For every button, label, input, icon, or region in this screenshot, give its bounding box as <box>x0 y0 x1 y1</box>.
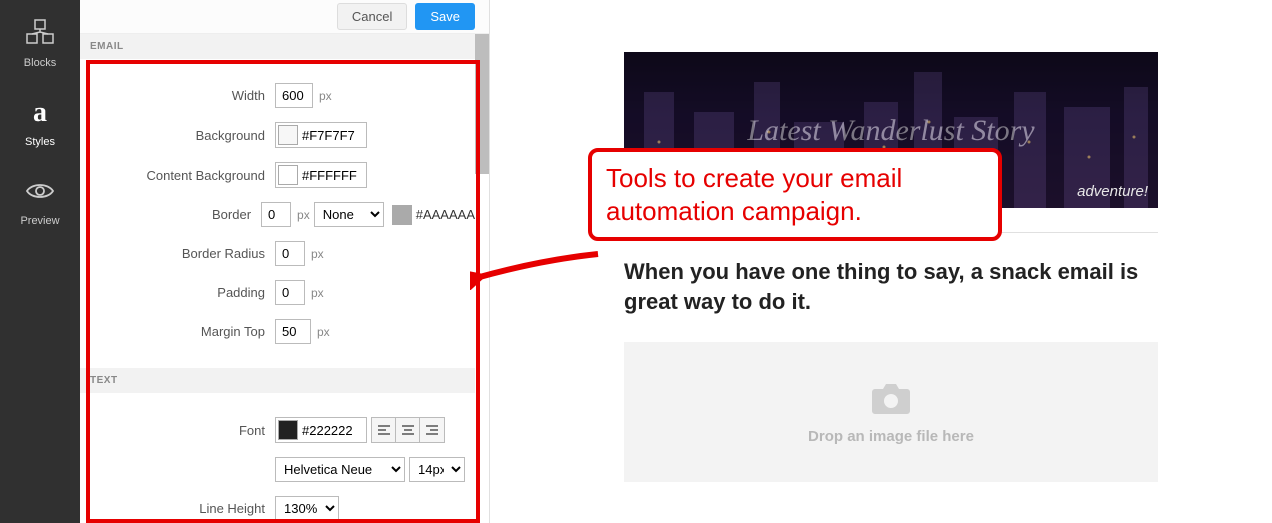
panel-scrollbar[interactable] <box>475 34 489 174</box>
annotation-text: Tools to create your email automation ca… <box>606 162 984 227</box>
label-margin-top: Margin Top <box>80 324 275 339</box>
styles-icon: a <box>23 97 57 130</box>
cancel-button[interactable]: Cancel <box>337 3 407 30</box>
input-border-width[interactable] <box>261 202 291 227</box>
input-margin-top[interactable] <box>275 319 311 344</box>
unit-padding: px <box>311 286 324 300</box>
label-border-radius: Border Radius <box>80 246 275 261</box>
swatch-border[interactable] <box>392 205 412 225</box>
label-width: Width <box>80 88 275 103</box>
annotation-callout: Tools to create your email automation ca… <box>588 148 1002 241</box>
section-header-text: TEXT <box>80 368 475 393</box>
align-right-button[interactable] <box>420 418 444 442</box>
drop-zone-label: Drop an image file here <box>808 428 974 445</box>
unit-border: px <box>297 208 310 222</box>
sidebar-label-blocks: Blocks <box>24 57 56 69</box>
swatch-content-background[interactable] <box>278 165 298 185</box>
image-drop-zone[interactable]: Drop an image file here <box>624 342 1158 482</box>
section-header-email: EMAIL <box>80 34 475 59</box>
text-align-group <box>371 417 445 443</box>
unit-radius: px <box>311 247 324 261</box>
email-preview: Latest Wanderlust Story adventure! When … <box>624 52 1158 482</box>
align-center-button[interactable] <box>396 418 420 442</box>
label-line-height: Line Height <box>80 501 275 516</box>
preview-icon <box>23 176 57 209</box>
unit-width: px <box>319 89 332 103</box>
select-font-family[interactable]: Helvetica Neue <box>275 457 405 482</box>
hero-subtitle: adventure! <box>1077 183 1148 200</box>
panel-toolbar: Cancel Save <box>80 0 489 34</box>
swatch-font-color[interactable] <box>278 420 298 440</box>
input-padding[interactable] <box>275 280 305 305</box>
svg-text:a: a <box>33 97 47 127</box>
preview-headline: When you have one thing to say, a snack … <box>624 257 1158 316</box>
select-font-size[interactable]: 14px <box>409 457 465 482</box>
sidebar-label-preview: Preview <box>20 215 59 227</box>
text-border-hex: #AAAAAA <box>416 207 475 222</box>
input-content-bg-hex[interactable] <box>298 166 362 185</box>
unit-margin: px <box>317 325 330 339</box>
sidebar-item-blocks[interactable]: Blocks <box>23 18 57 69</box>
align-left-button[interactable] <box>372 418 396 442</box>
sidebar-item-styles[interactable]: a Styles <box>23 97 57 148</box>
label-padding: Padding <box>80 285 275 300</box>
input-border-radius[interactable] <box>275 241 305 266</box>
label-font: Font <box>80 423 275 438</box>
input-font-hex[interactable] <box>298 421 362 440</box>
input-background-hex[interactable] <box>298 126 362 145</box>
camera-icon <box>869 379 913 428</box>
select-border-style[interactable]: None <box>314 202 384 227</box>
input-width[interactable] <box>275 83 313 108</box>
swatch-background[interactable] <box>278 125 298 145</box>
blocks-icon <box>23 18 57 51</box>
save-button[interactable]: Save <box>415 3 475 30</box>
sidebar-item-preview[interactable]: Preview <box>20 176 59 227</box>
label-background: Background <box>80 128 275 143</box>
select-line-height[interactable]: 130% <box>275 496 339 521</box>
styles-panel: Cancel Save EMAIL Width px Background <box>80 0 490 523</box>
sidebar-label-styles: Styles <box>25 136 55 148</box>
annotation-arrow-icon <box>470 250 600 293</box>
label-content-background: Content Background <box>80 168 275 183</box>
label-border: Border <box>80 207 261 222</box>
